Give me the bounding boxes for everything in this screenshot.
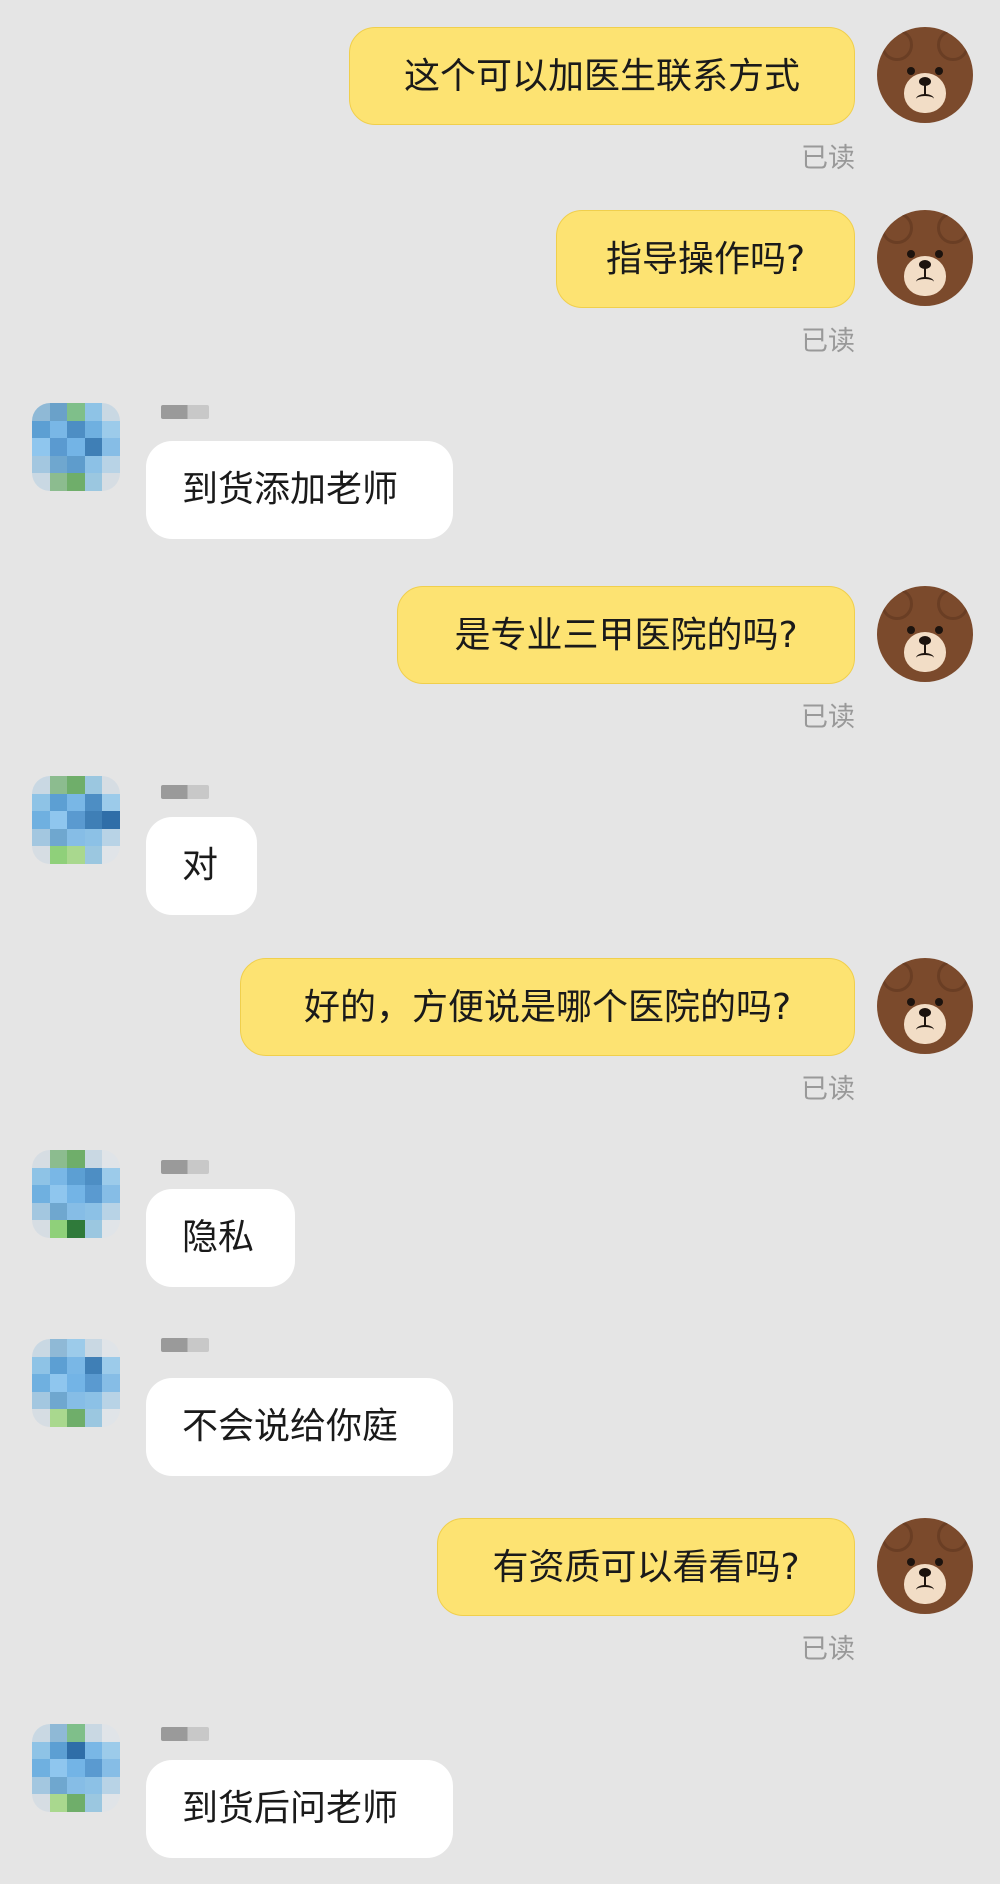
read-status: 已读	[801, 326, 855, 357]
bear-avatar-icon[interactable]	[877, 1518, 973, 1614]
message-bubble-sent[interactable]: 这个可以加医生联系方式	[349, 27, 855, 125]
pixelated-avatar-icon[interactable]	[32, 1724, 120, 1812]
bear-avatar-icon[interactable]	[877, 958, 973, 1054]
message-bubble-sent[interactable]: 好的，方便说是哪个医院的吗?	[240, 958, 855, 1056]
read-status: 已读	[801, 143, 855, 174]
chat-area: 这个可以加医生联系方式 已读 指导操作吗? 已读 到货添加老师 是专业三甲医院的…	[0, 0, 1000, 1884]
sender-name-redacted	[161, 1727, 209, 1741]
message-bubble-sent[interactable]: 有资质可以看看吗?	[437, 1518, 855, 1616]
pixelated-avatar-icon[interactable]	[32, 403, 120, 491]
bear-avatar-icon[interactable]	[877, 586, 973, 682]
sender-name-redacted	[161, 785, 209, 799]
message-bubble-received[interactable]: 到货添加老师	[146, 441, 453, 539]
message-bubble-sent[interactable]: 是专业三甲医院的吗?	[397, 586, 855, 684]
pixelated-avatar-icon[interactable]	[32, 776, 120, 864]
read-status: 已读	[801, 1074, 855, 1105]
pixelated-avatar-icon[interactable]	[32, 1150, 120, 1238]
message-bubble-received[interactable]: 不会说给你庭	[146, 1378, 453, 1476]
sender-name-redacted	[161, 1160, 209, 1174]
message-bubble-received[interactable]: 隐私	[146, 1189, 295, 1287]
sender-name-redacted	[161, 405, 209, 419]
bear-avatar-icon[interactable]	[877, 27, 973, 123]
message-bubble-received[interactable]: 对	[146, 817, 257, 915]
read-status: 已读	[801, 702, 855, 733]
bear-avatar-icon[interactable]	[877, 210, 973, 306]
sender-name-redacted	[161, 1338, 209, 1352]
pixelated-avatar-icon[interactable]	[32, 1339, 120, 1427]
message-bubble-received[interactable]: 到货后问老师	[146, 1760, 453, 1858]
read-status: 已读	[801, 1634, 855, 1665]
message-bubble-sent[interactable]: 指导操作吗?	[556, 210, 855, 308]
